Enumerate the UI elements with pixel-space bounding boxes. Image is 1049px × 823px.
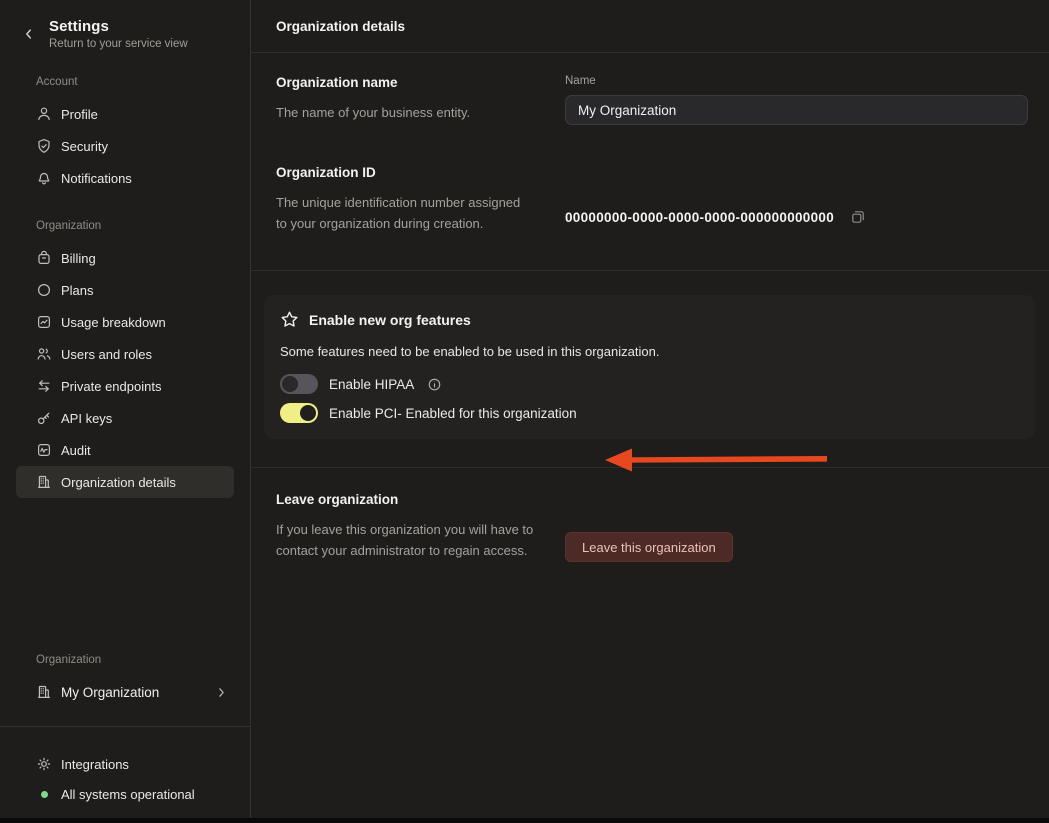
- audit-pulse-icon: [36, 442, 52, 458]
- sidebar-item-label: Private endpoints: [61, 378, 162, 394]
- user-icon: [36, 106, 52, 122]
- org-switcher-value: My Organization: [61, 684, 160, 700]
- hipaa-toggle-row: Enable HIPAA: [280, 374, 1019, 395]
- integrations-link[interactable]: Integrations: [16, 749, 234, 779]
- building-icon: [36, 684, 52, 700]
- sidebar-footer: Integrations All systems operational: [16, 727, 234, 823]
- arrows-swap-icon: [36, 378, 52, 394]
- sidebar-item-audit[interactable]: Audit: [16, 434, 234, 466]
- org-id-info: Organization ID The unique identificatio…: [276, 165, 540, 234]
- hipaa-toggle[interactable]: [280, 374, 318, 395]
- leave-org-action: Leave this organization: [565, 492, 1028, 563]
- sidebar-item-plans[interactable]: Plans: [16, 274, 234, 306]
- status-label: All systems operational: [61, 786, 195, 802]
- star-icon: [280, 310, 299, 329]
- shield-check-icon: [36, 138, 52, 154]
- system-status-link[interactable]: All systems operational: [16, 779, 234, 809]
- key-icon: [36, 410, 52, 426]
- sidebar-item-label: Billing: [61, 250, 96, 266]
- toggle-knob: [300, 405, 316, 422]
- bell-icon: [36, 170, 52, 186]
- features-card-header: Enable new org features: [280, 310, 1019, 329]
- toggle-knob: [282, 376, 298, 393]
- sidebar-item-billing[interactable]: Billing: [16, 242, 234, 274]
- back-link-label[interactable]: Return to your service view: [49, 38, 188, 50]
- gear-icon: [36, 756, 52, 772]
- status-dot-icon: [40, 790, 48, 798]
- building-icon: [36, 474, 52, 490]
- features-card: Enable new org features Some features ne…: [264, 295, 1035, 440]
- leave-organization-button[interactable]: Leave this organization: [565, 532, 733, 563]
- org-id-title: Organization ID: [276, 165, 376, 180]
- org-id-row: 00000000-0000-0000-0000-000000000000: [565, 208, 1028, 226]
- leave-org-section: Leave organization If you leave this org…: [251, 468, 1049, 563]
- divider: [251, 270, 1049, 272]
- org-name-section: Organization name The name of your busin…: [251, 53, 1049, 125]
- window-bottom-edge: [0, 818, 1049, 823]
- sidebar-item-label: Notifications: [61, 170, 132, 186]
- features-card-title: Enable new org features: [309, 311, 471, 328]
- leave-org-title: Leave organization: [276, 492, 399, 508]
- org-id-value: 00000000-0000-0000-0000-000000000000: [565, 209, 835, 225]
- sidebar-item-label: Profile: [61, 106, 98, 122]
- sidebar-item-profile[interactable]: Profile: [16, 98, 234, 130]
- sidebar-item-private-endpoints[interactable]: Private endpoints: [16, 370, 234, 402]
- sidebar-item-label: Users and roles: [61, 346, 153, 362]
- org-name-input[interactable]: [565, 95, 1028, 125]
- hipaa-toggle-label: Enable HIPAA: [329, 376, 415, 392]
- sidebar-item-notifications[interactable]: Notifications: [16, 162, 234, 194]
- sidebar-item-label: Plans: [61, 282, 94, 298]
- name-field-label: Name: [565, 75, 596, 87]
- settings-sidebar: Settings Return to your service view Acc…: [0, 0, 251, 823]
- info-icon[interactable]: [427, 377, 442, 392]
- features-card-description: Some features need to be enabled to be u…: [280, 343, 660, 359]
- copy-icon[interactable]: [849, 208, 867, 226]
- org-switcher-label: Organization: [36, 654, 102, 666]
- users-icon: [36, 346, 52, 362]
- sidebar-bottom: Organization My Organization Integration…: [0, 654, 250, 823]
- org-name-description: The name of your business entity.: [276, 105, 471, 120]
- org-name-title: Organization name: [276, 75, 398, 90]
- sidebar-title-block: Settings Return to your service view: [49, 18, 188, 50]
- org-name-form: Name: [565, 75, 1028, 125]
- back-chevron-icon[interactable]: [20, 25, 38, 43]
- sidebar-item-api-keys[interactable]: API keys: [16, 402, 234, 434]
- org-switcher[interactable]: My Organization: [16, 676, 234, 708]
- sidebar-item-security[interactable]: Security: [16, 130, 234, 162]
- sidebar-item-usage-breakdown[interactable]: Usage breakdown: [16, 306, 234, 338]
- org-name-info: Organization name The name of your busin…: [276, 75, 540, 125]
- section-label-account: Account: [36, 76, 78, 88]
- integrations-label: Integrations: [61, 756, 129, 772]
- pci-toggle-label: Enable PCI- Enabled for this organizatio…: [329, 405, 577, 421]
- main-header-title: Organization details: [276, 18, 406, 34]
- sidebar-item-label: Audit: [61, 442, 91, 458]
- pci-toggle-row: Enable PCI- Enabled for this organizatio…: [280, 403, 1019, 424]
- leave-org-info: Leave organization If you leave this org…: [276, 492, 540, 562]
- chevron-right-icon: [215, 686, 228, 699]
- org-id-description: The unique identification number assigne…: [276, 195, 521, 231]
- page-title: Settings: [49, 18, 109, 35]
- main-content: Organization details Organization name T…: [251, 0, 1049, 823]
- section-label-organization: Organization: [36, 220, 102, 232]
- org-id-value-block: 00000000-0000-0000-0000-000000000000: [565, 165, 1028, 234]
- sidebar-item-label: Security: [61, 138, 108, 154]
- sidebar-item-label: Usage breakdown: [61, 314, 166, 330]
- pci-toggle[interactable]: [280, 403, 318, 424]
- circle-icon: [36, 282, 52, 298]
- sidebar-item-users-and-roles[interactable]: Users and roles: [16, 338, 234, 370]
- sidebar-item-organization-details[interactable]: Organization details: [16, 466, 234, 498]
- sidebar-item-label: Organization details: [61, 474, 176, 490]
- sidebar-header: Settings Return to your service view: [16, 0, 234, 50]
- leave-org-description: If you leave this organization you will …: [276, 522, 534, 558]
- org-id-section: Organization ID The unique identificatio…: [251, 125, 1049, 270]
- billing-icon: [36, 250, 52, 266]
- sidebar-item-label: API keys: [61, 410, 113, 426]
- usage-chart-icon: [36, 314, 52, 330]
- main-header: Organization details: [251, 0, 1049, 53]
